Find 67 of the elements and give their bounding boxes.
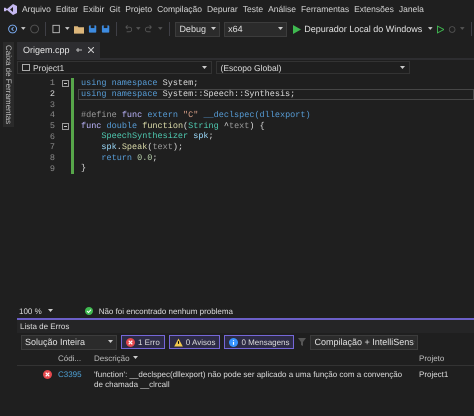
back-icon[interactable] — [8, 24, 18, 34]
panel-title: Lista de Erros — [17, 320, 474, 333]
menu-item[interactable]: Janela — [398, 4, 424, 14]
menu-item[interactable]: Depurar — [207, 4, 238, 14]
line-number: 7 — [48, 142, 56, 152]
filter-toggle[interactable]: 0 Mensagens — [224, 335, 294, 349]
play-outline-icon[interactable] — [436, 24, 444, 34]
code-line: #define func extern "C" __declspec(dllexport) — [80, 110, 312, 121]
menu-item[interactable]: Arquivo — [22, 4, 51, 14]
code-line: } — [80, 163, 88, 174]
code-line: func double function(String ^text) { — [80, 120, 266, 132]
code-line: spk.Speak(text); — [100, 142, 184, 153]
menu-item[interactable]: Compilação — [157, 4, 202, 14]
file-tab[interactable]: Origem.cpp — [17, 42, 100, 58]
error-description: 'function': __declspec(dllexport) não pode ser aplicado a uma função com a convenção de chamada __clrcall — [93, 369, 404, 391]
line-number: 9 — [48, 164, 56, 174]
menu-item[interactable]: Extensões — [354, 4, 394, 14]
logo-icon[interactable] — [4, 4, 17, 14]
menu-item[interactable]: Git — [109, 4, 120, 14]
line-number: 3 — [48, 100, 56, 110]
menu-item[interactable]: Análise — [268, 4, 296, 14]
zoom-level[interactable]: 100 % — [19, 306, 42, 316]
error-code-link[interactable]: C3395 — [55, 366, 91, 394]
pin-icon[interactable] — [76, 47, 82, 53]
code-line: return 0.0; — [100, 152, 159, 164]
platform-dropdown[interactable]: x64 — [224, 22, 288, 36]
line-number: 8 — [48, 153, 56, 164]
folder-icon[interactable] — [74, 24, 84, 34]
line-number: 5 — [48, 121, 56, 132]
new-item-icon[interactable] — [52, 24, 62, 34]
filter-toggle[interactable]: 0 Avisos — [168, 335, 220, 349]
run-button[interactable]: Depurador Local do Windows — [291, 24, 424, 34]
error-icon — [43, 370, 52, 379]
column-header[interactable]: Códi... — [55, 351, 91, 366]
menu-item[interactable]: Teste — [242, 4, 264, 14]
warning-icon — [174, 338, 183, 346]
collapse-icon[interactable] — [62, 122, 68, 130]
error-icon — [126, 338, 135, 346]
close-icon[interactable] — [88, 47, 94, 53]
code-line: SpeechSynthesizer spk; — [100, 131, 215, 142]
column-header[interactable]: Projeto — [416, 351, 474, 366]
source-dropdown[interactable]: Compilação + IntelliSens — [310, 334, 418, 350]
play-icon — [293, 24, 302, 34]
check-icon — [84, 307, 93, 315]
save-icon[interactable] — [88, 24, 97, 34]
configuration-dropdown[interactable]: Debug — [175, 22, 220, 36]
line-number: 6 — [48, 132, 56, 142]
collapse-icon[interactable] — [62, 80, 68, 87]
line-number: 1 — [48, 78, 56, 88]
line-number: 2 — [48, 89, 56, 100]
info-icon — [229, 338, 238, 346]
toolbox-side-tab[interactable]: Caixa de Ferramentas — [3, 42, 14, 128]
filter-toggle[interactable]: 1 Erro — [121, 335, 165, 349]
save-all-icon[interactable] — [100, 24, 110, 34]
scope-filter-dropdown[interactable]: Solução Inteira — [21, 334, 117, 350]
line-number: 4 — [48, 110, 56, 120]
menu-item[interactable]: Exibir — [83, 4, 104, 14]
column-header[interactable]: Descrição — [91, 351, 416, 366]
menu-item[interactable]: Ferramentas — [300, 4, 350, 14]
menu-item[interactable]: Projeto — [125, 4, 152, 14]
project-cell-text: Project1 — [418, 369, 450, 381]
status-message: Não foi encontrado nenhum problema — [98, 306, 233, 316]
menu-item[interactable]: Editar — [56, 4, 78, 14]
project-icon — [22, 64, 30, 71]
project-dropdown[interactable]: Project1 — [17, 61, 212, 74]
scope-dropdown[interactable]: (Escopo Global) — [216, 61, 410, 74]
code-line: using namespace System; — [80, 78, 200, 89]
